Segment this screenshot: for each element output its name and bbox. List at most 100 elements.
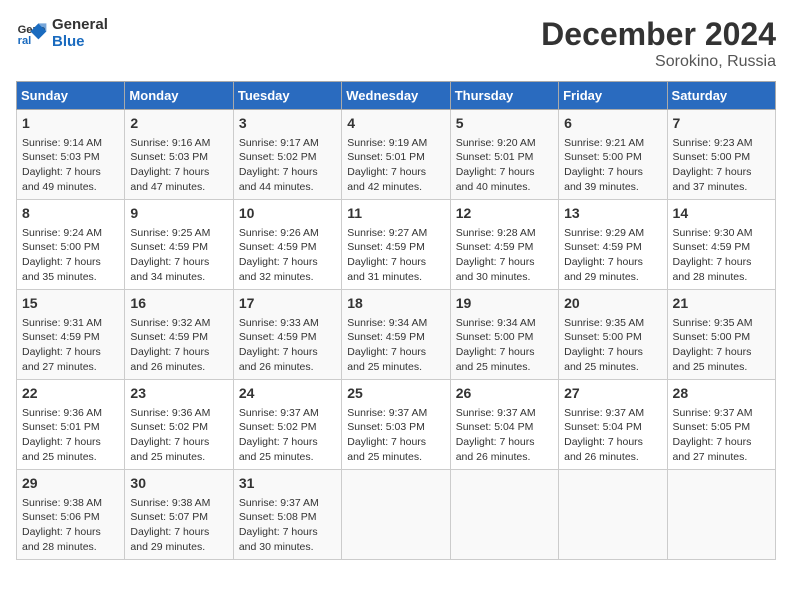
calendar-cell: 21 Sunrise: 9:35 AMSunset: 5:00 PMDaylig… bbox=[667, 290, 775, 380]
day-number: 18 bbox=[347, 294, 444, 314]
calendar-cell: 6 Sunrise: 9:21 AMSunset: 5:00 PMDayligh… bbox=[559, 110, 667, 200]
day-detail: Sunrise: 9:37 AMSunset: 5:05 PMDaylight:… bbox=[673, 406, 770, 465]
day-number: 20 bbox=[564, 294, 661, 314]
day-detail: Sunrise: 9:27 AMSunset: 4:59 PMDaylight:… bbox=[347, 226, 444, 285]
day-number: 17 bbox=[239, 294, 336, 314]
calendar-cell: 10 Sunrise: 9:26 AMSunset: 4:59 PMDaylig… bbox=[233, 200, 341, 290]
calendar-cell: 11 Sunrise: 9:27 AMSunset: 4:59 PMDaylig… bbox=[342, 200, 450, 290]
calendar-cell: 5 Sunrise: 9:20 AMSunset: 5:01 PMDayligh… bbox=[450, 110, 558, 200]
day-number: 1 bbox=[22, 114, 119, 134]
day-number: 11 bbox=[347, 204, 444, 224]
day-number: 16 bbox=[130, 294, 227, 314]
day-number: 7 bbox=[673, 114, 770, 134]
calendar-cell: 13 Sunrise: 9:29 AMSunset: 4:59 PMDaylig… bbox=[559, 200, 667, 290]
calendar-cell: 16 Sunrise: 9:32 AMSunset: 4:59 PMDaylig… bbox=[125, 290, 233, 380]
logo-line1: General bbox=[52, 16, 108, 33]
calendar-cell: 30 Sunrise: 9:38 AMSunset: 5:07 PMDaylig… bbox=[125, 470, 233, 560]
calendar-cell bbox=[559, 470, 667, 560]
calendar-cell: 2 Sunrise: 9:16 AMSunset: 5:03 PMDayligh… bbox=[125, 110, 233, 200]
day-detail: Sunrise: 9:30 AMSunset: 4:59 PMDaylight:… bbox=[673, 226, 770, 285]
calendar-cell bbox=[667, 470, 775, 560]
calendar-cell: 27 Sunrise: 9:37 AMSunset: 5:04 PMDaylig… bbox=[559, 380, 667, 470]
day-detail: Sunrise: 9:36 AMSunset: 5:01 PMDaylight:… bbox=[22, 406, 119, 465]
day-number: 6 bbox=[564, 114, 661, 134]
day-of-week-header: Saturday bbox=[667, 82, 775, 110]
day-detail: Sunrise: 9:35 AMSunset: 5:00 PMDaylight:… bbox=[564, 316, 661, 375]
day-detail: Sunrise: 9:38 AMSunset: 5:06 PMDaylight:… bbox=[22, 496, 119, 555]
day-detail: Sunrise: 9:14 AMSunset: 5:03 PMDaylight:… bbox=[22, 136, 119, 195]
day-detail: Sunrise: 9:34 AMSunset: 5:00 PMDaylight:… bbox=[456, 316, 553, 375]
day-detail: Sunrise: 9:23 AMSunset: 5:00 PMDaylight:… bbox=[673, 136, 770, 195]
calendar-cell: 19 Sunrise: 9:34 AMSunset: 5:00 PMDaylig… bbox=[450, 290, 558, 380]
calendar-cell: 31 Sunrise: 9:37 AMSunset: 5:08 PMDaylig… bbox=[233, 470, 341, 560]
day-number: 9 bbox=[130, 204, 227, 224]
day-number: 27 bbox=[564, 384, 661, 404]
header: Gene ral General Blue December 2024 Soro… bbox=[16, 16, 776, 71]
day-detail: Sunrise: 9:37 AMSunset: 5:08 PMDaylight:… bbox=[239, 496, 336, 555]
calendar-cell: 3 Sunrise: 9:17 AMSunset: 5:02 PMDayligh… bbox=[233, 110, 341, 200]
calendar-cell: 8 Sunrise: 9:24 AMSunset: 5:00 PMDayligh… bbox=[17, 200, 125, 290]
day-detail: Sunrise: 9:34 AMSunset: 4:59 PMDaylight:… bbox=[347, 316, 444, 375]
calendar-cell: 4 Sunrise: 9:19 AMSunset: 5:01 PMDayligh… bbox=[342, 110, 450, 200]
day-number: 23 bbox=[130, 384, 227, 404]
day-detail: Sunrise: 9:37 AMSunset: 5:03 PMDaylight:… bbox=[347, 406, 444, 465]
calendar-cell bbox=[450, 470, 558, 560]
day-detail: Sunrise: 9:37 AMSunset: 5:02 PMDaylight:… bbox=[239, 406, 336, 465]
day-number: 25 bbox=[347, 384, 444, 404]
svg-text:ral: ral bbox=[18, 35, 32, 47]
day-number: 4 bbox=[347, 114, 444, 134]
calendar-cell: 15 Sunrise: 9:31 AMSunset: 4:59 PMDaylig… bbox=[17, 290, 125, 380]
day-detail: Sunrise: 9:16 AMSunset: 5:03 PMDaylight:… bbox=[130, 136, 227, 195]
day-detail: Sunrise: 9:35 AMSunset: 5:00 PMDaylight:… bbox=[673, 316, 770, 375]
calendar-cell: 22 Sunrise: 9:36 AMSunset: 5:01 PMDaylig… bbox=[17, 380, 125, 470]
day-detail: Sunrise: 9:36 AMSunset: 5:02 PMDaylight:… bbox=[130, 406, 227, 465]
calendar-cell: 26 Sunrise: 9:37 AMSunset: 5:04 PMDaylig… bbox=[450, 380, 558, 470]
day-number: 30 bbox=[130, 474, 227, 494]
logo-line2: Blue bbox=[52, 33, 108, 50]
day-number: 13 bbox=[564, 204, 661, 224]
calendar-cell: 25 Sunrise: 9:37 AMSunset: 5:03 PMDaylig… bbox=[342, 380, 450, 470]
calendar-cell: 24 Sunrise: 9:37 AMSunset: 5:02 PMDaylig… bbox=[233, 380, 341, 470]
calendar-cell: 9 Sunrise: 9:25 AMSunset: 4:59 PMDayligh… bbox=[125, 200, 233, 290]
day-detail: Sunrise: 9:33 AMSunset: 4:59 PMDaylight:… bbox=[239, 316, 336, 375]
day-detail: Sunrise: 9:20 AMSunset: 5:01 PMDaylight:… bbox=[456, 136, 553, 195]
day-of-week-header: Sunday bbox=[17, 82, 125, 110]
calendar-cell: 7 Sunrise: 9:23 AMSunset: 5:00 PMDayligh… bbox=[667, 110, 775, 200]
day-detail: Sunrise: 9:37 AMSunset: 5:04 PMDaylight:… bbox=[456, 406, 553, 465]
day-number: 19 bbox=[456, 294, 553, 314]
day-detail: Sunrise: 9:21 AMSunset: 5:00 PMDaylight:… bbox=[564, 136, 661, 195]
day-detail: Sunrise: 9:26 AMSunset: 4:59 PMDaylight:… bbox=[239, 226, 336, 285]
calendar-cell: 1 Sunrise: 9:14 AMSunset: 5:03 PMDayligh… bbox=[17, 110, 125, 200]
day-number: 24 bbox=[239, 384, 336, 404]
day-detail: Sunrise: 9:25 AMSunset: 4:59 PMDaylight:… bbox=[130, 226, 227, 285]
day-detail: Sunrise: 9:38 AMSunset: 5:07 PMDaylight:… bbox=[130, 496, 227, 555]
calendar-table: SundayMondayTuesdayWednesdayThursdayFrid… bbox=[16, 81, 776, 560]
day-detail: Sunrise: 9:19 AMSunset: 5:01 PMDaylight:… bbox=[347, 136, 444, 195]
day-number: 3 bbox=[239, 114, 336, 134]
day-of-week-header: Monday bbox=[125, 82, 233, 110]
day-detail: Sunrise: 9:28 AMSunset: 4:59 PMDaylight:… bbox=[456, 226, 553, 285]
calendar-subtitle: Sorokino, Russia bbox=[541, 53, 776, 71]
day-number: 2 bbox=[130, 114, 227, 134]
day-of-week-header: Thursday bbox=[450, 82, 558, 110]
calendar-cell: 14 Sunrise: 9:30 AMSunset: 4:59 PMDaylig… bbox=[667, 200, 775, 290]
calendar-cell: 29 Sunrise: 9:38 AMSunset: 5:06 PMDaylig… bbox=[17, 470, 125, 560]
day-detail: Sunrise: 9:17 AMSunset: 5:02 PMDaylight:… bbox=[239, 136, 336, 195]
calendar-cell: 18 Sunrise: 9:34 AMSunset: 4:59 PMDaylig… bbox=[342, 290, 450, 380]
day-of-week-header: Wednesday bbox=[342, 82, 450, 110]
title-section: December 2024 Sorokino, Russia bbox=[541, 16, 776, 71]
logo: Gene ral General Blue bbox=[16, 16, 108, 50]
day-number: 14 bbox=[673, 204, 770, 224]
day-detail: Sunrise: 9:24 AMSunset: 5:00 PMDaylight:… bbox=[22, 226, 119, 285]
day-of-week-header: Tuesday bbox=[233, 82, 341, 110]
day-number: 5 bbox=[456, 114, 553, 134]
day-number: 31 bbox=[239, 474, 336, 494]
day-number: 8 bbox=[22, 204, 119, 224]
day-number: 21 bbox=[673, 294, 770, 314]
calendar-cell bbox=[342, 470, 450, 560]
calendar-cell: 20 Sunrise: 9:35 AMSunset: 5:00 PMDaylig… bbox=[559, 290, 667, 380]
day-detail: Sunrise: 9:29 AMSunset: 4:59 PMDaylight:… bbox=[564, 226, 661, 285]
day-number: 10 bbox=[239, 204, 336, 224]
day-of-week-header: Friday bbox=[559, 82, 667, 110]
calendar-cell: 23 Sunrise: 9:36 AMSunset: 5:02 PMDaylig… bbox=[125, 380, 233, 470]
